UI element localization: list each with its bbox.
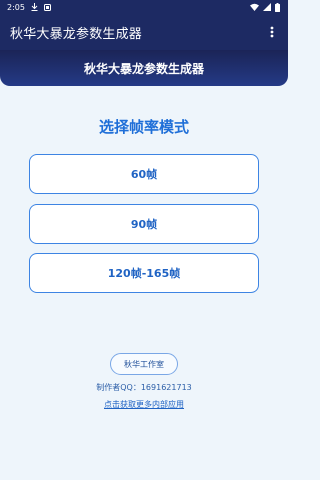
status-bar: 2:05	[0, 0, 288, 14]
studio-button[interactable]: 秋华工作室	[110, 353, 178, 375]
author-qq: 1691621713	[140, 383, 192, 392]
app-title: 秋华大暴龙参数生成器	[10, 26, 143, 42]
mode-90fps-button[interactable]: 90帧	[29, 204, 259, 244]
mode-button-label: 120帧-165帧	[107, 267, 181, 280]
section-title: 选择帧率模式	[98, 118, 189, 136]
mode-button-label: 90帧	[130, 218, 158, 231]
status-left: 2:05	[7, 3, 51, 12]
mode-button-label: 60帧	[130, 168, 158, 181]
mode-120-165fps-button[interactable]: 120帧-165帧	[29, 253, 259, 293]
wifi-icon	[250, 3, 259, 11]
author-label: 制作者QQ：	[96, 383, 141, 392]
author-info: 制作者QQ：1691621713	[0, 382, 288, 393]
status-right	[250, 2, 280, 12]
app-bar: 秋华大暴龙参数生成器	[0, 14, 288, 50]
signal-icon	[263, 3, 271, 11]
more-vert-icon[interactable]	[264, 23, 280, 41]
studio-label: 秋华工作室	[124, 359, 164, 369]
download-icon	[31, 3, 38, 11]
header-banner: 秋华大暴龙参数生成器	[0, 50, 288, 86]
banner-title: 秋华大暴龙参数生成器	[83, 61, 204, 76]
mode-60fps-button[interactable]: 60帧	[29, 154, 259, 194]
notification-icon	[43, 3, 51, 11]
status-time: 2:05	[7, 2, 25, 12]
battery-icon	[275, 2, 280, 12]
more-apps-link[interactable]: 点击获取更多内部应用	[0, 399, 288, 410]
